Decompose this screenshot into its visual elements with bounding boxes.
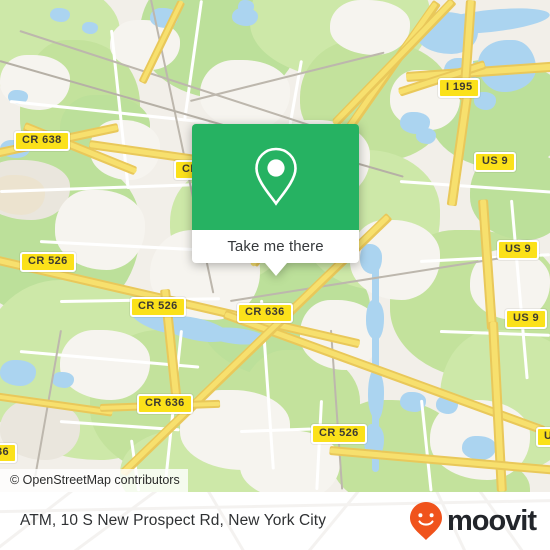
road-shield: US 9 <box>497 240 540 260</box>
popup-cta-area[interactable]: Take me there <box>192 230 359 263</box>
road-shield: CR 638 <box>14 131 70 151</box>
popup-image-area <box>192 124 359 230</box>
road-shield: CR 526 <box>130 297 186 317</box>
location-pin-icon <box>254 147 297 206</box>
moovit-wordmark: moovit <box>446 504 537 537</box>
road-shield: CR 636 <box>137 394 193 414</box>
location-title: ATM, 10 S New Prospect Rd, New York City <box>20 512 327 529</box>
road-shield: US 9 <box>505 309 548 329</box>
road-shield: US <box>536 427 550 447</box>
moovit-smiley-pin-icon <box>409 502 442 540</box>
road-shield: 36 <box>0 443 18 463</box>
location-popup-card[interactable]: Take me there <box>192 124 359 276</box>
road-shield: US 9 <box>474 152 517 172</box>
map-screenshot: CR 638 I 195 US 9 CR CR 526 US 9 CR 526 … <box>0 0 550 550</box>
take-me-there-label: Take me there <box>227 238 324 255</box>
moovit-logo[interactable]: moovit <box>409 492 537 550</box>
footer-bar: ATM, 10 S New Prospect Rd, New York City… <box>0 492 550 550</box>
road-shield: I 195 <box>438 78 481 98</box>
popup-pointer-tail <box>264 263 287 276</box>
road-shield: CR 636 <box>237 303 293 323</box>
road-shield: CR 526 <box>311 424 367 444</box>
road-shield: CR 526 <box>20 252 76 272</box>
osm-attribution[interactable]: © OpenStreetMap contributors <box>0 469 188 492</box>
